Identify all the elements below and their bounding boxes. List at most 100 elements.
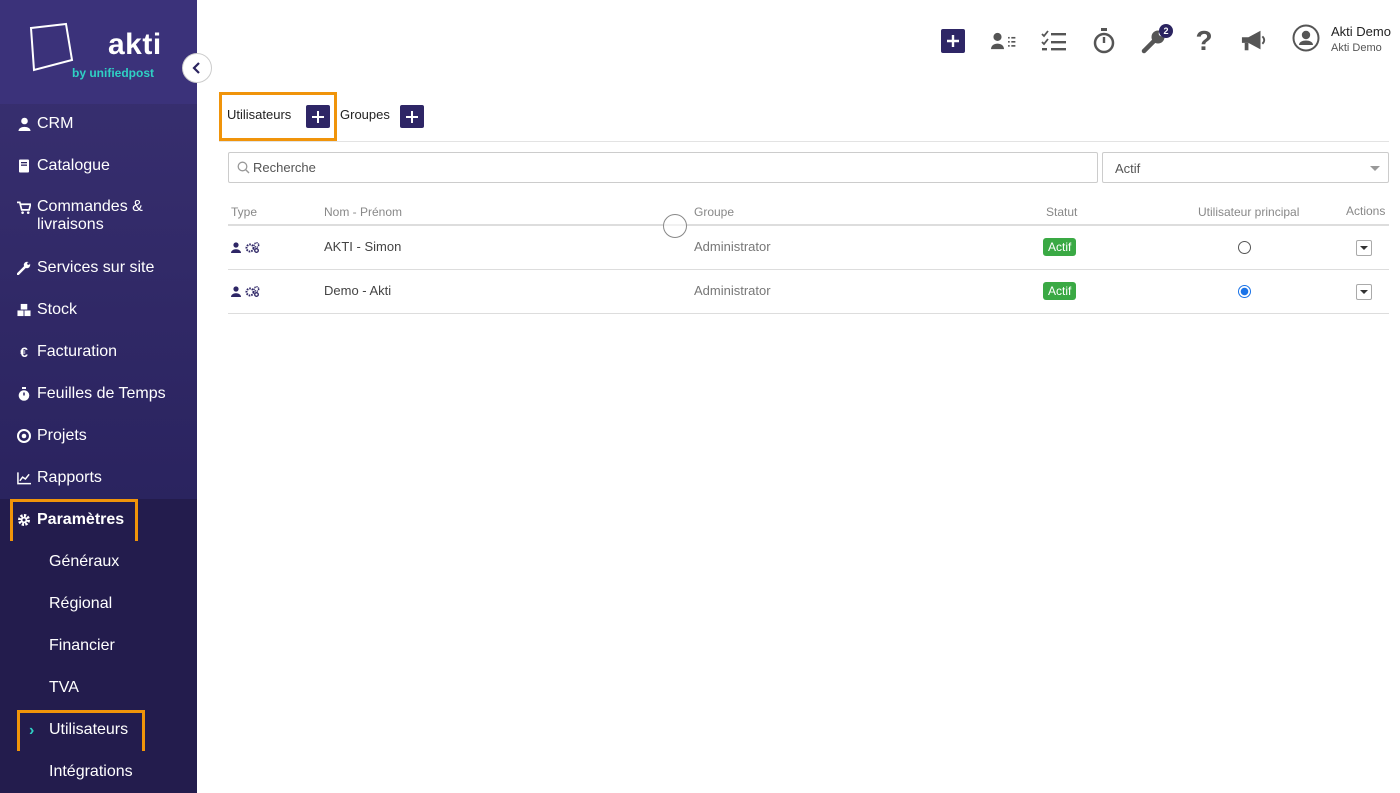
user-list-icon — [991, 32, 1016, 50]
question-icon: ? — [1195, 25, 1213, 56]
user-icon — [231, 286, 241, 297]
sidebar-subitem-label: Régional — [49, 595, 113, 612]
book-icon — [17, 159, 31, 173]
sidebar: akti by unifiedpost CRM Catalogue Comman… — [0, 0, 197, 793]
plus-icon — [406, 110, 418, 123]
tasks-button[interactable] — [1041, 28, 1067, 54]
status-badge: Actif — [1043, 238, 1077, 256]
sidebar-item-crm[interactable]: CRM — [0, 103, 197, 145]
notification-badge: 2 — [1159, 24, 1173, 38]
topbar-actions: 2 ? — [940, 24, 1291, 56]
boxes-icon — [17, 303, 31, 317]
gears-icon — [245, 242, 260, 253]
row-actions-dropdown[interactable] — [1356, 240, 1372, 256]
gear-icon — [17, 513, 31, 527]
cart-icon — [17, 201, 31, 215]
col-main-user: Utilisateur principal — [1198, 205, 1300, 219]
col-type: Type — [231, 205, 258, 219]
sidebar-item-label: Commandes & livraisons — [37, 198, 143, 233]
user-menu[interactable] — [1292, 24, 1320, 52]
user-icon — [17, 117, 31, 131]
announcements-button[interactable] — [1241, 28, 1267, 54]
sidebar-subitem-label: Financier — [49, 637, 115, 654]
table-row: Demo - Akti Administrator Actif — [228, 270, 1389, 314]
sidebar-subitem-general[interactable]: Généraux — [0, 541, 197, 583]
sidebar-item-catalogue[interactable]: Catalogue — [0, 145, 197, 187]
contacts-button[interactable] — [991, 28, 1017, 54]
main-user-radio[interactable] — [1238, 285, 1251, 298]
user-name: Akti Demo — [1331, 24, 1391, 39]
tab-users[interactable]: Utilisateurs — [227, 107, 291, 122]
col-name: Nom - Prénom — [324, 205, 403, 219]
quick-add-button[interactable] — [940, 28, 966, 54]
status-badge: Actif — [1043, 282, 1077, 300]
caret-down-icon — [1370, 166, 1380, 171]
sidebar-item-label: Projets — [37, 427, 87, 444]
sidebar-item-label: Rapports — [37, 469, 102, 486]
help-button[interactable]: ? — [1191, 25, 1217, 56]
euro-icon: € — [20, 344, 28, 360]
stopwatch-icon — [1093, 28, 1115, 54]
sidebar-item-label: Services sur site — [37, 259, 155, 276]
sidebar-subitem-label: Généraux — [49, 553, 120, 570]
user-name-cell[interactable]: AKTI - Simon — [324, 239, 401, 254]
sidebar-subitem-financial[interactable]: Financier — [0, 625, 197, 667]
avatar-icon — [1292, 24, 1320, 52]
add-user-button[interactable] — [306, 105, 330, 128]
type-icons — [231, 241, 260, 256]
sidebar-item-label: Facturation — [37, 343, 118, 360]
sidebar-nav: CRM Catalogue Commandes & livraisons Ser… — [0, 103, 197, 793]
logo-icon — [29, 22, 74, 72]
sidebar-item-label: Catalogue — [37, 157, 110, 174]
status-filter-value: Actif — [1115, 161, 1141, 176]
sidebar-item-stock[interactable]: Stock — [0, 289, 197, 331]
tools-button[interactable]: 2 — [1141, 24, 1173, 54]
row-actions-dropdown[interactable] — [1356, 284, 1372, 300]
group-cell: Administrator — [694, 283, 771, 298]
sidebar-item-label: Stock — [37, 301, 78, 318]
tab-groups[interactable]: Groupes — [340, 107, 390, 122]
chevron-right-icon: › — [29, 722, 35, 739]
users-table: Type Nom - Prénom Groupe Statut Utilisat… — [228, 198, 1389, 314]
main-user-radio[interactable] — [1238, 241, 1251, 254]
sidebar-item-timesheets[interactable]: Feuilles de Temps — [0, 373, 197, 415]
plus-icon — [312, 110, 324, 123]
tabs: Utilisateurs Groupes — [219, 92, 1389, 142]
col-status: Statut — [1046, 205, 1078, 219]
type-icons — [231, 285, 260, 300]
sidebar-item-reports[interactable]: Rapports — [0, 457, 197, 499]
sidebar-item-services[interactable]: Services sur site — [0, 247, 197, 289]
gears-icon — [245, 286, 260, 297]
sidebar-subitem-label: Intégrations — [49, 763, 133, 780]
sidebar-collapse-button[interactable] — [182, 53, 212, 83]
timer-button[interactable] — [1091, 28, 1117, 54]
search-box — [228, 152, 1098, 183]
plus-square-icon — [941, 29, 965, 53]
target-icon — [17, 429, 31, 443]
status-filter-select[interactable]: Actif — [1102, 152, 1389, 183]
user-icon — [231, 242, 241, 253]
sidebar-item-label: CRM — [37, 115, 74, 132]
sidebar-subitem-label: Utilisateurs — [49, 721, 129, 738]
megaphone-icon — [1241, 30, 1266, 51]
chevron-left-icon — [192, 62, 200, 74]
sidebar-subitem-regional[interactable]: Régional — [0, 583, 197, 625]
sidebar-subitem-label: TVA — [49, 679, 79, 696]
checklist-icon — [1041, 30, 1066, 51]
sidebar-item-settings[interactable]: Paramètres — [0, 499, 197, 546]
table-header: Type Nom - Prénom Groupe Statut Utilisat… — [228, 198, 1389, 226]
search-input[interactable] — [253, 153, 1093, 182]
sidebar-item-billing[interactable]: € Facturation — [0, 331, 197, 373]
add-group-button[interactable] — [400, 105, 424, 128]
sidebar-item-label: Paramètres — [37, 511, 125, 528]
sidebar-item-orders[interactable]: Commandes & livraisons — [0, 187, 197, 247]
user-name-cell[interactable]: Demo - Akti — [324, 283, 391, 298]
logo-text: akti — [108, 28, 162, 61]
sidebar-item-projects[interactable]: Projets — [0, 415, 197, 457]
logo-tagline: by unifiedpost — [72, 66, 154, 80]
wrench-icon — [17, 261, 31, 275]
sidebar-subitem-users[interactable]: › Utilisateurs — [0, 709, 197, 756]
sidebar-subitem-vat[interactable]: TVA — [0, 667, 197, 709]
sidebar-item-label: Feuilles de Temps — [37, 385, 166, 402]
sidebar-subitem-integrations[interactable]: Intégrations — [0, 751, 197, 793]
